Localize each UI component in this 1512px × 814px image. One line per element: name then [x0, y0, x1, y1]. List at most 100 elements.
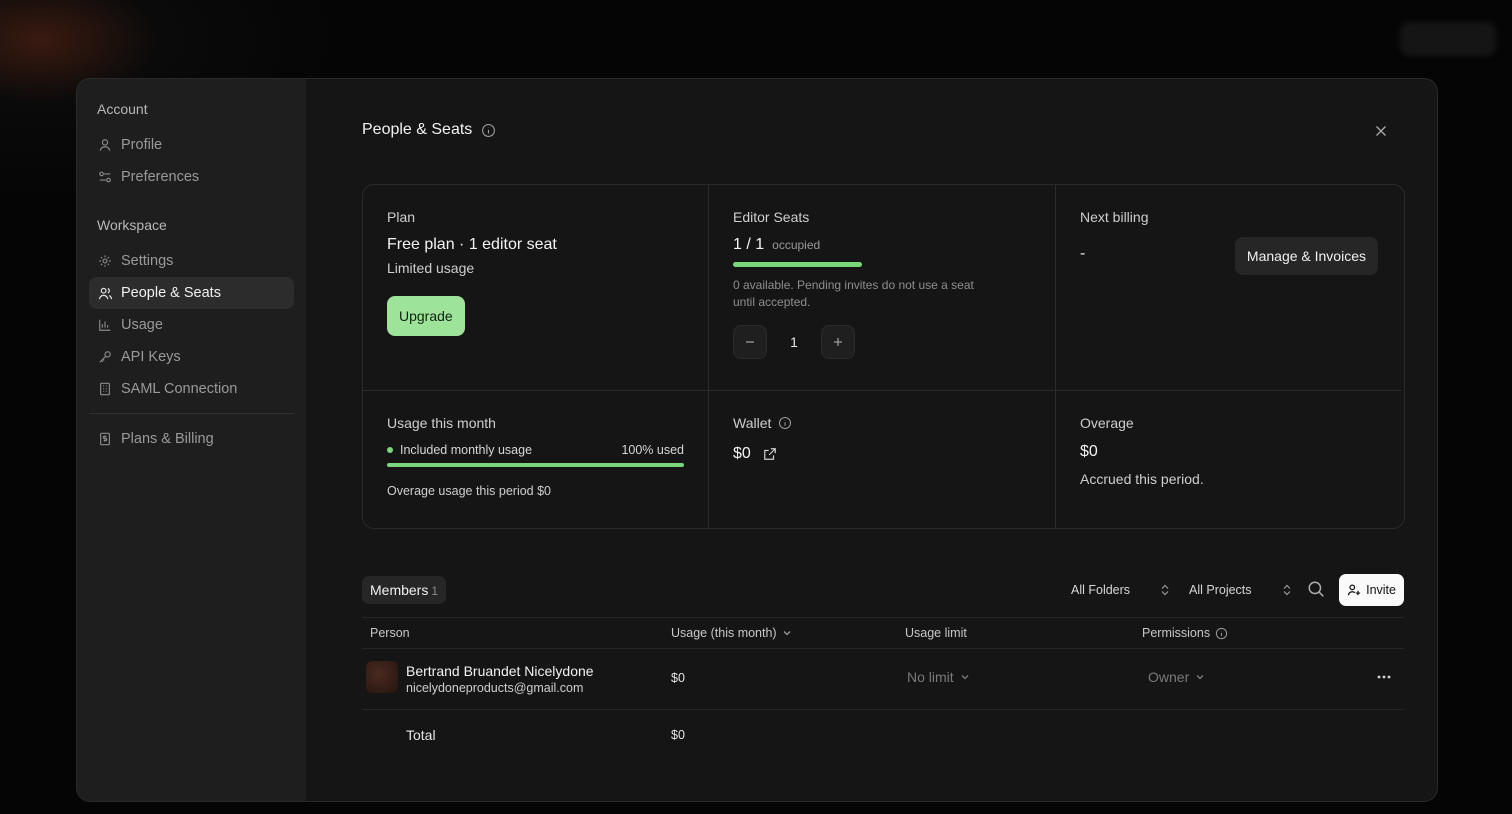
chevron-down-icon: [1195, 672, 1205, 682]
settings-sidebar: Account Profile Preferences Workspace Se…: [77, 79, 306, 801]
title-row: People & Seats: [362, 121, 496, 139]
sidebar-item-preferences[interactable]: Preferences: [89, 161, 294, 193]
external-link-icon[interactable]: [763, 447, 777, 461]
invite-button[interactable]: Invite: [1339, 574, 1404, 606]
usage-progress-bar: [387, 463, 684, 467]
sidebar-item-people-seats[interactable]: People & Seats: [89, 277, 294, 309]
col-usage[interactable]: Usage (this month): [671, 626, 792, 640]
included-usage: Included monthly usage: [387, 443, 532, 457]
seats-count-row: 1 / 1 occupied: [733, 236, 1031, 254]
summary-grid: Plan Free plan · 1 editor seat Limited u…: [362, 184, 1405, 529]
usage-label: Usage this month: [387, 415, 496, 431]
close-icon[interactable]: [1373, 123, 1389, 144]
member-email: nicelydoneproducts@gmail.com: [406, 681, 584, 695]
search-icon[interactable]: [1307, 580, 1325, 598]
wallet-label: Wallet: [733, 415, 772, 431]
member-name: Bertrand Bruandet Nicelydone: [406, 663, 594, 679]
next-billing-label: Next billing: [1080, 209, 1149, 225]
sidebar-item-label: Usage: [121, 317, 163, 333]
table-header: Person Usage (this month) Usage limit Pe…: [362, 617, 1404, 649]
members-table: Person Usage (this month) Usage limit Pe…: [362, 617, 1404, 760]
increment-button[interactable]: [821, 325, 855, 359]
minus-icon: [746, 341, 754, 343]
overage-amount: $0: [1080, 443, 1098, 460]
overage-label: Overage: [1080, 415, 1134, 431]
chevron-down-icon: [960, 672, 970, 682]
sidebar-item-usage[interactable]: Usage: [89, 309, 294, 341]
overage-note: Accrued this period.: [1080, 471, 1204, 487]
projects-filter[interactable]: All Projects: [1189, 574, 1292, 606]
page-title: People & Seats: [362, 121, 473, 138]
sidebar-divider: [89, 413, 294, 414]
sidebar-item-settings[interactable]: Settings: [89, 245, 294, 277]
col-permissions-label: Permissions: [1142, 626, 1211, 640]
wallet-amount-row: $0: [733, 445, 1031, 463]
usage-limit-dropdown[interactable]: No limit: [907, 669, 970, 685]
overage-card: Overage $0 Accrued this period.: [1056, 391, 1402, 528]
building-icon: [97, 381, 113, 397]
wallet-amount: $0: [733, 445, 751, 462]
chevron-up-down-icon: [1160, 584, 1170, 596]
stepper-value: 1: [790, 334, 798, 350]
seats-progress-bar: [733, 262, 862, 267]
sidebar-item-label: SAML Connection: [121, 381, 238, 397]
sidebar-item-saml-connection[interactable]: SAML Connection: [89, 373, 294, 405]
sidebar-item-profile[interactable]: Profile: [89, 129, 294, 161]
total-value: $0: [671, 728, 685, 742]
tab-members[interactable]: Members 1: [362, 576, 447, 604]
members-tab-label: Members: [370, 582, 429, 598]
usage-percent: 100% used: [621, 443, 684, 457]
permission-dropdown[interactable]: Owner: [1148, 669, 1205, 685]
workspace-heading: Workspace: [97, 217, 167, 233]
sidebar-item-api-keys[interactable]: API Keys: [89, 341, 294, 373]
total-row: Total $0: [362, 710, 1404, 760]
folders-filter-label: All Folders: [1071, 583, 1131, 597]
more-options-icon[interactable]: [1376, 669, 1392, 685]
chevron-down-icon: [782, 628, 792, 638]
seats-value: 1 / 1: [733, 236, 765, 253]
account-heading: Account: [97, 101, 148, 117]
manage-invoices-button[interactable]: Manage & Invoices: [1234, 237, 1378, 275]
seats-note: 0 available. Pending invites do not use …: [733, 278, 974, 309]
status-dot: [387, 447, 393, 453]
plan-limit: Limited usage: [387, 260, 475, 276]
user-plus-icon: [1347, 583, 1361, 597]
table-row: Bertrand Bruandet Nicelydone nicelydonep…: [362, 649, 1404, 710]
users-icon: [97, 285, 113, 301]
seats-stepper: 1: [733, 325, 1031, 359]
info-icon[interactable]: [481, 123, 496, 138]
member-usage: $0: [671, 671, 685, 685]
folders-filter[interactable]: All Folders: [1071, 574, 1170, 606]
plan-label: Plan: [387, 209, 416, 225]
col-permissions: Permissions: [1142, 626, 1228, 640]
plan-name: Free plan · 1 editor seat: [387, 236, 557, 253]
members-count: 1: [431, 584, 439, 598]
main-panel: People & Seats Plan Free plan · 1 editor…: [306, 79, 1437, 801]
wallet-card: Wallet $0: [709, 391, 1056, 528]
projects-filter-label: All Projects: [1189, 583, 1252, 597]
upgrade-button[interactable]: Upgrade: [387, 296, 465, 336]
col-usage-limit: Usage limit: [905, 626, 967, 640]
overage-usage-line: Overage usage this period $0: [387, 484, 551, 498]
settings-modal: Account Profile Preferences Workspace Se…: [76, 78, 1438, 802]
decrement-button[interactable]: [733, 325, 767, 359]
usage-card: Usage this month Included monthly usage …: [363, 391, 709, 528]
info-icon[interactable]: [778, 416, 792, 430]
wallet-label-row: Wallet: [733, 415, 1031, 431]
members-toolbar: Members 1 All Folders All Projects Invit…: [362, 574, 1404, 606]
usage-limit-value: No limit: [907, 669, 954, 685]
gear-icon: [97, 253, 113, 269]
usage-progress-track: [387, 463, 684, 467]
avatar: [366, 661, 398, 693]
sidebar-item-label: API Keys: [121, 349, 181, 365]
included-usage-label: Included monthly usage: [400, 443, 533, 457]
sidebar-item-label: Settings: [121, 253, 174, 269]
user-icon: [97, 137, 113, 153]
editor-seats-card: Editor Seats 1 / 1 occupied 0 available.…: [709, 185, 1056, 391]
info-icon[interactable]: [1215, 627, 1228, 640]
chevron-up-down-icon: [1282, 584, 1292, 596]
background-button: [1400, 22, 1496, 56]
invite-label: Invite: [1366, 583, 1396, 597]
usage-row: Included monthly usage 100% used: [387, 443, 684, 457]
sidebar-item-plans-billing[interactable]: Plans & Billing: [89, 423, 294, 455]
